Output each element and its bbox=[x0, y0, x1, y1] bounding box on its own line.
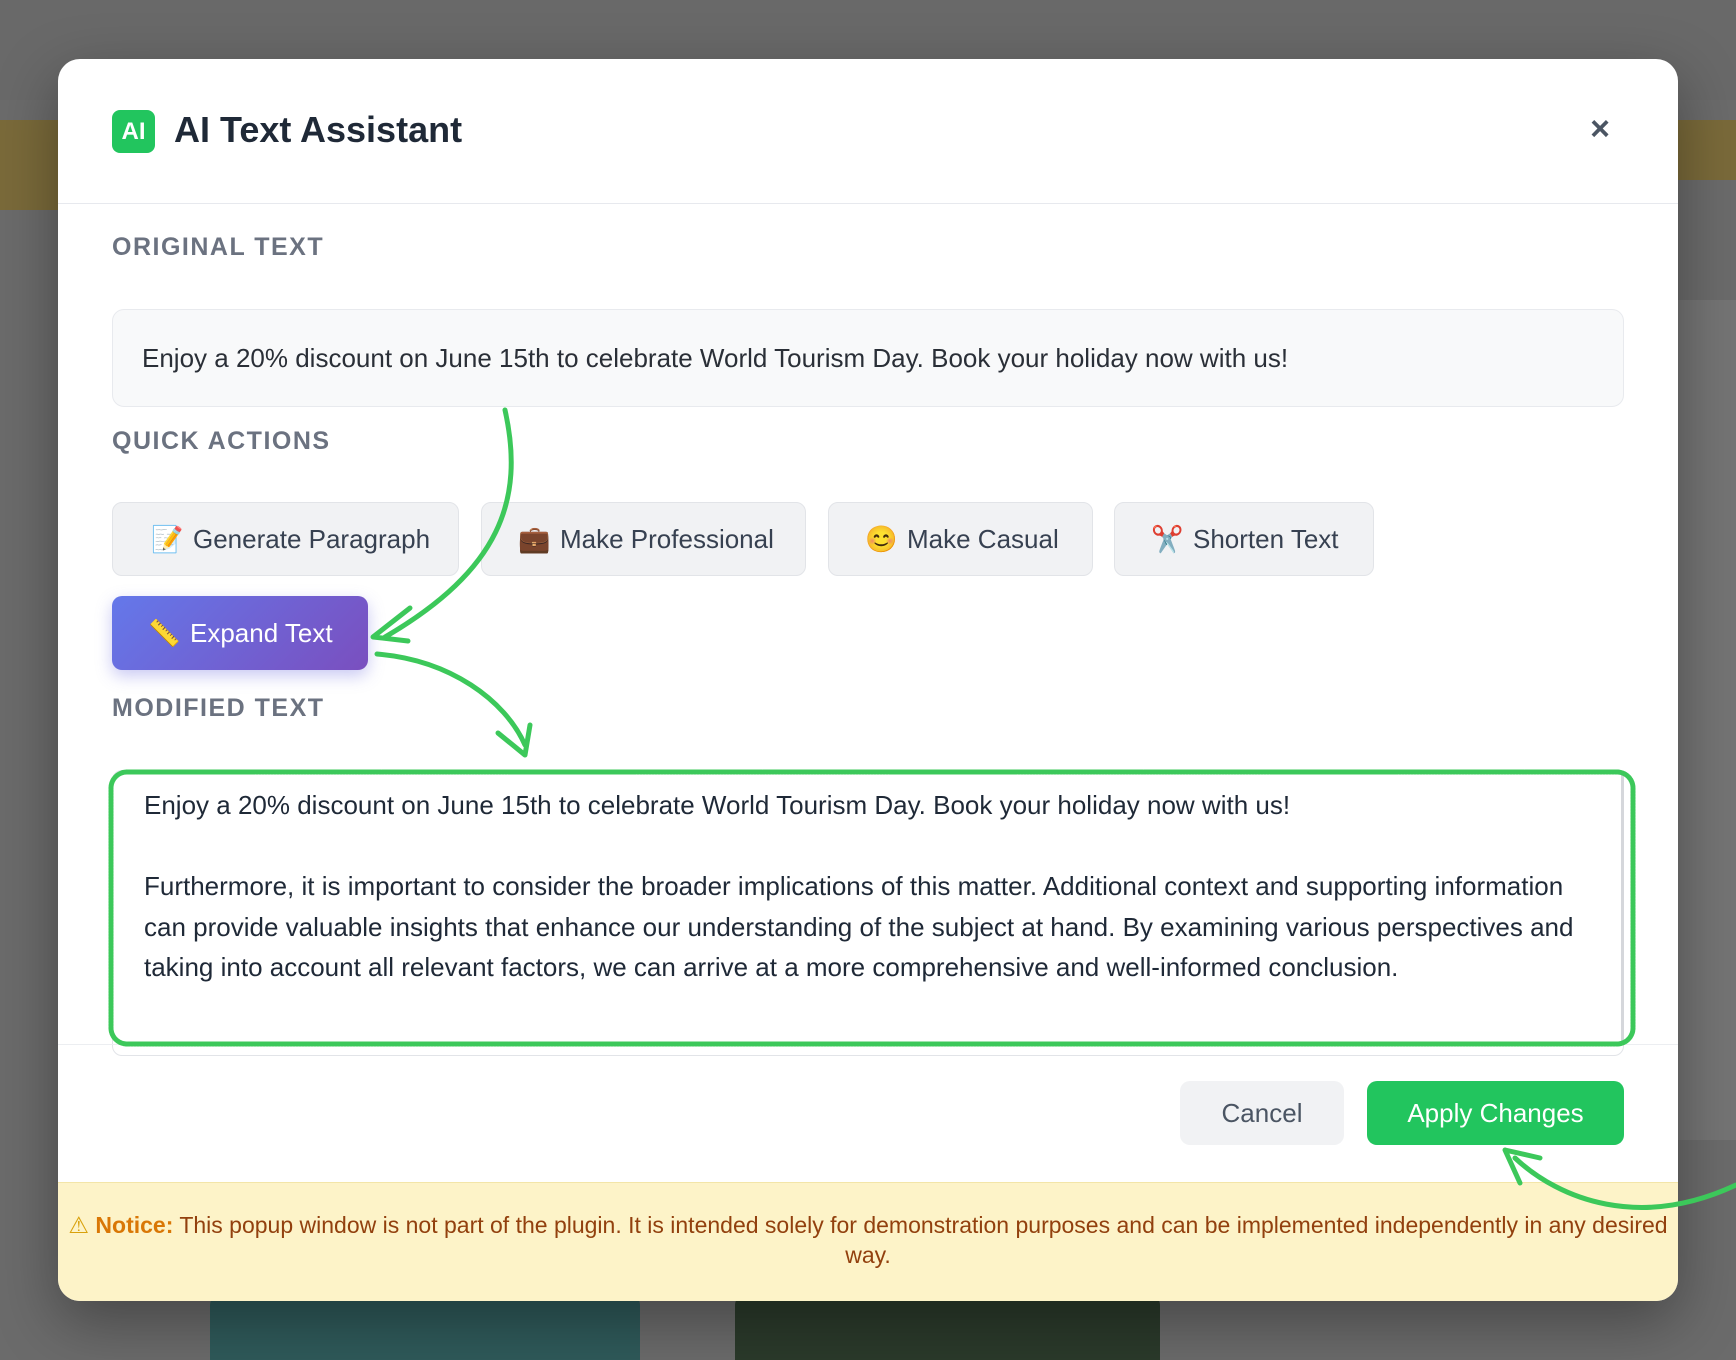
shorten-text-button[interactable]: ✂️ Shorten Text bbox=[1114, 502, 1374, 576]
original-text-box: Enjoy a 20% discount on June 15th to cel… bbox=[112, 309, 1624, 407]
modified-text-label: MODIFIED TEXT bbox=[112, 694, 325, 722]
ai-logo-icon: AI bbox=[112, 110, 155, 153]
make-professional-button[interactable]: 💼 Make Professional bbox=[481, 502, 806, 576]
modified-text-area[interactable]: Enjoy a 20% discount on June 15th to cel… bbox=[112, 770, 1624, 1056]
button-label: Expand Text bbox=[190, 618, 333, 648]
modified-paragraph: Enjoy a 20% discount on June 15th to cel… bbox=[144, 790, 1291, 820]
cancel-button[interactable]: Cancel bbox=[1180, 1081, 1344, 1145]
warning-icon: ⚠ bbox=[68, 1212, 90, 1238]
button-label: Make Professional bbox=[560, 524, 774, 554]
background-image bbox=[210, 1295, 640, 1360]
modal-header: AI AI Text Assistant × bbox=[58, 59, 1678, 204]
notice-label: Notice: bbox=[95, 1212, 174, 1238]
ai-text-assistant-modal: AI AI Text Assistant × ORIGINAL TEXT Enj… bbox=[58, 59, 1678, 1301]
expand-text-button[interactable]: 📏 Expand Text bbox=[112, 596, 368, 670]
background-image bbox=[735, 1295, 1160, 1360]
background-banner-right bbox=[1676, 120, 1736, 180]
make-casual-button[interactable]: 😊 Make Casual bbox=[828, 502, 1093, 576]
original-text-label: ORIGINAL TEXT bbox=[112, 233, 325, 261]
button-label: Make Casual bbox=[907, 524, 1059, 554]
button-label: Shorten Text bbox=[1193, 524, 1339, 554]
background-sidebar bbox=[1676, 300, 1736, 1140]
smiley-icon: 😊 bbox=[865, 524, 898, 554]
modal-title: AI Text Assistant bbox=[174, 109, 463, 150]
briefcase-icon: 💼 bbox=[518, 524, 551, 554]
quick-actions-label: QUICK ACTIONS bbox=[112, 427, 331, 455]
scissors-icon: ✂️ bbox=[1151, 524, 1184, 554]
close-icon[interactable]: × bbox=[1580, 109, 1620, 149]
button-label: Generate Paragraph bbox=[193, 524, 431, 554]
footer-divider bbox=[58, 1044, 1678, 1045]
ruler-icon: 📏 bbox=[148, 618, 181, 648]
notice-banner: ⚠ Notice: This popup window is not part … bbox=[58, 1182, 1678, 1301]
generate-paragraph-button[interactable]: 📝 Generate Paragraph bbox=[112, 502, 459, 576]
modified-text-scrollbar[interactable] bbox=[1621, 773, 1624, 1043]
memo-icon: 📝 bbox=[151, 524, 184, 554]
notice-text: This popup window is not part of the plu… bbox=[179, 1212, 1668, 1268]
apply-changes-button[interactable]: Apply Changes bbox=[1367, 1081, 1624, 1145]
modified-paragraph: Furthermore, it is important to consider… bbox=[144, 871, 1574, 982]
